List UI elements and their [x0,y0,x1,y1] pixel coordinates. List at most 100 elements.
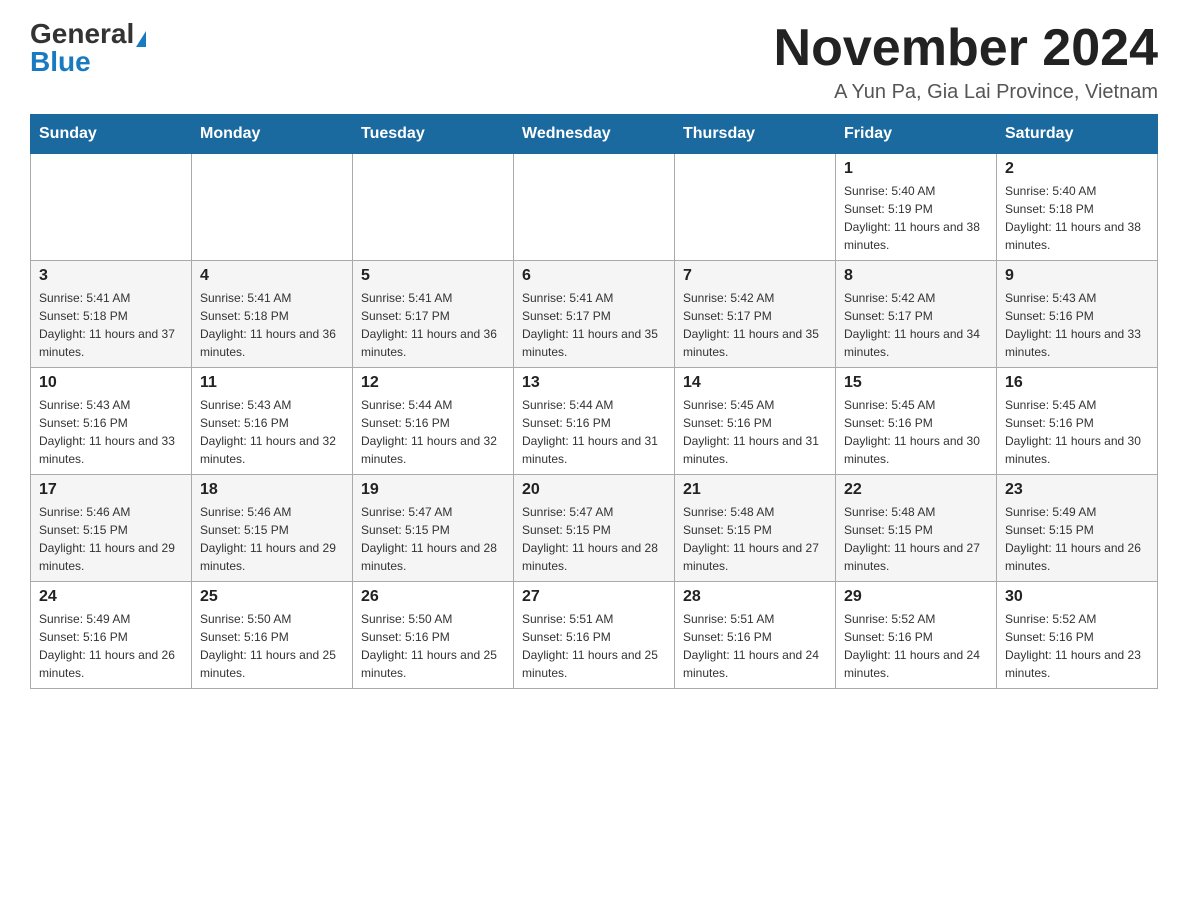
day-number: 25 [200,588,344,606]
calendar-cell: 28Sunrise: 5:51 AMSunset: 5:16 PMDayligh… [675,582,836,689]
day-number: 1 [844,160,988,178]
calendar-cell: 4 Sunrise: 5:41 AMSunset: 5:18 PMDaylight… [192,261,353,368]
day-number: 29 [844,588,988,606]
day-info: Sunrise: 5:41 AMSunset: 5:17 PMDaylight:… [522,289,666,361]
calendar-cell [514,154,675,261]
day-number: 14 [683,374,827,392]
day-info: Sunrise: 5:44 AMSunset: 5:16 PMDaylight:… [361,396,505,468]
calendar-cell: 15 Sunrise: 5:45 AMSunset: 5:16 PMDayligh… [836,368,997,475]
day-number: 2 [1005,160,1149,178]
day-info: Sunrise: 5:47 AMSunset: 5:15 PMDaylight:… [361,503,505,575]
day-number: 20 [522,481,666,499]
calendar-cell: 7Sunrise: 5:42 AMSunset: 5:17 PMDaylight… [675,261,836,368]
day-info: Sunrise: 5:51 AMSunset: 5:16 PMDaylight:… [683,610,827,682]
day-info: Sunrise: 5:40 AMSunset: 5:19 PMDaylight:… [844,182,988,254]
calendar-week-row: 17 Sunrise: 5:46 AMSunset: 5:15 PMDayligh… [31,475,1158,582]
calendar-cell: 8 Sunrise: 5:42 AMSunset: 5:17 PMDaylight… [836,261,997,368]
day-info: Sunrise: 5:45 AMSunset: 5:16 PMDaylight:… [683,396,827,468]
day-number: 16 [1005,374,1149,392]
day-info: Sunrise: 5:42 AMSunset: 5:17 PMDaylight:… [844,289,988,361]
day-info: Sunrise: 5:45 AMSunset: 5:16 PMDaylight:… [844,396,988,468]
calendar-cell: 10 Sunrise: 5:43 AMSunset: 5:16 PMDayligh… [31,368,192,475]
day-info: Sunrise: 5:46 AMSunset: 5:15 PMDaylight:… [200,503,344,575]
logo-blue-text: Blue [30,46,91,77]
calendar-table: SundayMondayTuesdayWednesdayThursdayFrid… [30,114,1158,689]
day-info: Sunrise: 5:47 AMSunset: 5:15 PMDaylight:… [522,503,666,575]
calendar-cell: 11 Sunrise: 5:43 AMSunset: 5:16 PMDayligh… [192,368,353,475]
day-number: 6 [522,267,666,285]
calendar-header-row: SundayMondayTuesdayWednesdayThursdayFrid… [31,115,1158,154]
day-number: 19 [361,481,505,499]
calendar-cell: 30 Sunrise: 5:52 AMSunset: 5:16 PMDayligh… [997,582,1158,689]
day-number: 26 [361,588,505,606]
day-number: 30 [1005,588,1149,606]
day-info: Sunrise: 5:41 AMSunset: 5:18 PMDaylight:… [39,289,183,361]
logo-triangle-icon [136,31,146,47]
day-info: Sunrise: 5:44 AMSunset: 5:16 PMDaylight:… [522,396,666,468]
day-number: 4 [200,267,344,285]
calendar-cell: 18 Sunrise: 5:46 AMSunset: 5:15 PMDayligh… [192,475,353,582]
calendar-cell: 21Sunrise: 5:48 AMSunset: 5:15 PMDayligh… [675,475,836,582]
calendar-week-row: 1 Sunrise: 5:40 AMSunset: 5:19 PMDaylight… [31,154,1158,261]
day-number: 23 [1005,481,1149,499]
day-number: 24 [39,588,183,606]
calendar-cell: 29Sunrise: 5:52 AMSunset: 5:16 PMDayligh… [836,582,997,689]
logo-general-text: General [30,18,134,49]
day-number: 18 [200,481,344,499]
calendar-cell [192,154,353,261]
calendar-cell: 24 Sunrise: 5:49 AMSunset: 5:16 PMDayligh… [31,582,192,689]
calendar-cell: 22Sunrise: 5:48 AMSunset: 5:15 PMDayligh… [836,475,997,582]
column-header-monday: Monday [192,115,353,154]
calendar-cell [31,154,192,261]
calendar-cell: 20 Sunrise: 5:47 AMSunset: 5:15 PMDayligh… [514,475,675,582]
day-number: 15 [844,374,988,392]
day-number: 11 [200,374,344,392]
day-number: 8 [844,267,988,285]
day-info: Sunrise: 5:43 AMSunset: 5:16 PMDaylight:… [1005,289,1149,361]
day-number: 13 [522,374,666,392]
calendar-cell: 3 Sunrise: 5:41 AMSunset: 5:18 PMDaylight… [31,261,192,368]
day-info: Sunrise: 5:52 AMSunset: 5:16 PMDaylight:… [1005,610,1149,682]
column-header-thursday: Thursday [675,115,836,154]
calendar-cell: 17 Sunrise: 5:46 AMSunset: 5:15 PMDayligh… [31,475,192,582]
day-number: 9 [1005,267,1149,285]
column-header-friday: Friday [836,115,997,154]
month-title: November 2024 [774,20,1158,77]
day-number: 7 [683,267,827,285]
day-number: 17 [39,481,183,499]
day-info: Sunrise: 5:48 AMSunset: 5:15 PMDaylight:… [683,503,827,575]
calendar-cell: 1 Sunrise: 5:40 AMSunset: 5:19 PMDaylight… [836,154,997,261]
column-header-sunday: Sunday [31,115,192,154]
calendar-cell: 13 Sunrise: 5:44 AMSunset: 5:16 PMDayligh… [514,368,675,475]
day-info: Sunrise: 5:41 AMSunset: 5:17 PMDaylight:… [361,289,505,361]
column-header-tuesday: Tuesday [353,115,514,154]
calendar-cell: 2 Sunrise: 5:40 AMSunset: 5:18 PMDaylight… [997,154,1158,261]
calendar-week-row: 10 Sunrise: 5:43 AMSunset: 5:16 PMDayligh… [31,368,1158,475]
calendar-cell: 14 Sunrise: 5:45 AMSunset: 5:16 PMDayligh… [675,368,836,475]
day-info: Sunrise: 5:50 AMSunset: 5:16 PMDaylight:… [361,610,505,682]
calendar-cell: 26 Sunrise: 5:50 AMSunset: 5:16 PMDayligh… [353,582,514,689]
day-number: 12 [361,374,505,392]
day-info: Sunrise: 5:43 AMSunset: 5:16 PMDaylight:… [39,396,183,468]
location-subtitle: A Yun Pa, Gia Lai Province, Vietnam [774,81,1158,104]
calendar-cell: 27Sunrise: 5:51 AMSunset: 5:16 PMDayligh… [514,582,675,689]
day-info: Sunrise: 5:46 AMSunset: 5:15 PMDaylight:… [39,503,183,575]
calendar-cell: 25Sunrise: 5:50 AMSunset: 5:16 PMDayligh… [192,582,353,689]
calendar-cell: 12 Sunrise: 5:44 AMSunset: 5:16 PMDayligh… [353,368,514,475]
calendar-cell: 5 Sunrise: 5:41 AMSunset: 5:17 PMDaylight… [353,261,514,368]
day-info: Sunrise: 5:45 AMSunset: 5:16 PMDaylight:… [1005,396,1149,468]
day-info: Sunrise: 5:43 AMSunset: 5:16 PMDaylight:… [200,396,344,468]
day-number: 3 [39,267,183,285]
calendar-week-row: 24 Sunrise: 5:49 AMSunset: 5:16 PMDayligh… [31,582,1158,689]
calendar-cell: 9 Sunrise: 5:43 AMSunset: 5:16 PMDaylight… [997,261,1158,368]
day-info: Sunrise: 5:49 AMSunset: 5:16 PMDaylight:… [39,610,183,682]
title-block: November 2024 A Yun Pa, Gia Lai Province… [774,20,1158,104]
day-number: 5 [361,267,505,285]
day-info: Sunrise: 5:41 AMSunset: 5:18 PMDaylight:… [200,289,344,361]
day-info: Sunrise: 5:40 AMSunset: 5:18 PMDaylight:… [1005,182,1149,254]
day-number: 10 [39,374,183,392]
day-number: 22 [844,481,988,499]
logo: General Blue [30,20,146,76]
column-header-saturday: Saturday [997,115,1158,154]
day-number: 27 [522,588,666,606]
